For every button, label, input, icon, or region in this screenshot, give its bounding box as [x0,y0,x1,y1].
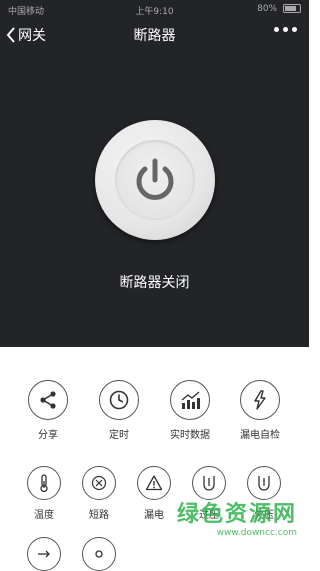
arrow-right-icon [38,550,50,558]
nav-bar: 网关 断路器 [0,20,309,50]
more-dot-icon [292,27,297,32]
battery-percent: 80% [257,4,278,14]
lightning-icon [254,390,266,410]
feature-label: 欠压 [254,510,274,521]
battery-indicator: 80% [257,4,301,14]
settings-icon [95,550,103,558]
feature-realtime-data[interactable]: 实时数据 [155,380,225,441]
feature-label: 漏电自检 [240,430,280,441]
feature-label: 实时数据 [170,430,210,441]
device-panel: 中国移动 上午9:10 80% 网关 断路器 断路器关闭 [0,0,309,347]
feature-label: 分享 [38,430,58,441]
short-circuit-icon [91,475,107,491]
breaker-state-label: 断路器关闭 [119,275,190,291]
feature-undervoltage[interactable]: 欠压 [229,466,299,521]
feature-row3-second[interactable] [64,537,134,571]
chart-icon [181,391,200,409]
feature-timer[interactable]: 定时 [84,380,154,441]
more-dot-icon [283,27,288,32]
feature-label: 定时 [109,430,129,441]
feature-leakage-selftest[interactable]: 漏电自检 [225,380,295,441]
share-icon [40,391,56,409]
page-title: 断路器 [133,28,176,44]
undervoltage-icon [258,476,270,491]
thermometer-icon [40,474,48,493]
clock-icon [109,390,129,410]
power-icon [136,158,174,200]
battery-icon [283,4,301,13]
feature-share[interactable]: 分享 [13,380,83,441]
warning-icon [145,475,163,491]
power-toggle-button[interactable] [95,120,215,240]
feature-grid: 分享 定时 实时数据 漏电自检 温度 短路 漏电 过压 欠压 [0,347,309,571]
overvoltage-icon [203,476,215,491]
status-bar: 中国移动 上午9:10 80% [0,0,309,20]
more-dot-icon [274,27,279,32]
more-options-button[interactable] [274,27,297,32]
